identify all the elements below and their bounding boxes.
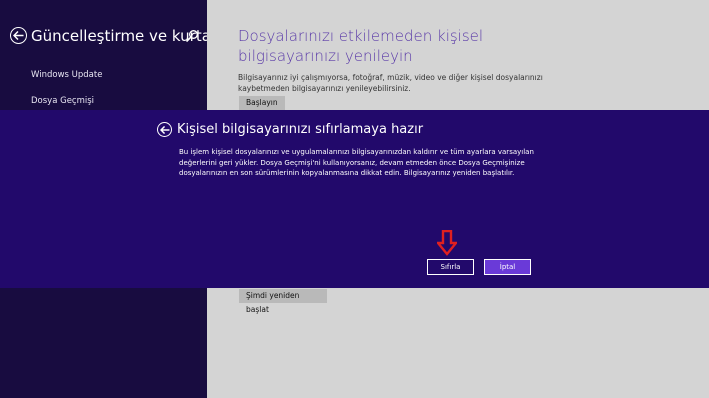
refresh-description: Bilgisayarınız iyi çalışmıyorsa, fotoğra… bbox=[238, 73, 543, 93]
red-down-arrow-icon bbox=[437, 230, 457, 256]
back-arrow-icon[interactable] bbox=[157, 122, 172, 137]
start-button[interactable]: Başlayın bbox=[239, 96, 285, 110]
search-icon[interactable] bbox=[185, 29, 199, 43]
sidebar-item-file-history[interactable]: Dosya Geçmişi bbox=[31, 96, 94, 106]
refresh-heading: Dosyalarınızı etkilemeden kişisel bilgis… bbox=[238, 27, 484, 65]
reset-dialog: Kişisel bilgisayarınızı sıfırlamaya hazı… bbox=[0, 110, 709, 288]
sidebar-item-windows-update[interactable]: Windows Update bbox=[31, 70, 102, 80]
dialog-body: Bu işlem kişisel dosyalarınızı ve uygula… bbox=[179, 148, 534, 177]
reset-button[interactable]: Sıfırla bbox=[427, 259, 474, 275]
back-arrow-icon[interactable] bbox=[10, 27, 27, 44]
dialog-title: Kişisel bilgisayarınızı sıfırlamaya hazı… bbox=[177, 122, 424, 137]
restart-now-button[interactable]: Şimdi yeniden başlat bbox=[239, 289, 327, 314]
sidebar-title: Güncelleştirme ve kurtar... bbox=[31, 27, 230, 45]
sidebar-header: Güncelleştirme ve kurtar... bbox=[10, 26, 230, 48]
cancel-button[interactable]: İptal bbox=[484, 259, 531, 275]
